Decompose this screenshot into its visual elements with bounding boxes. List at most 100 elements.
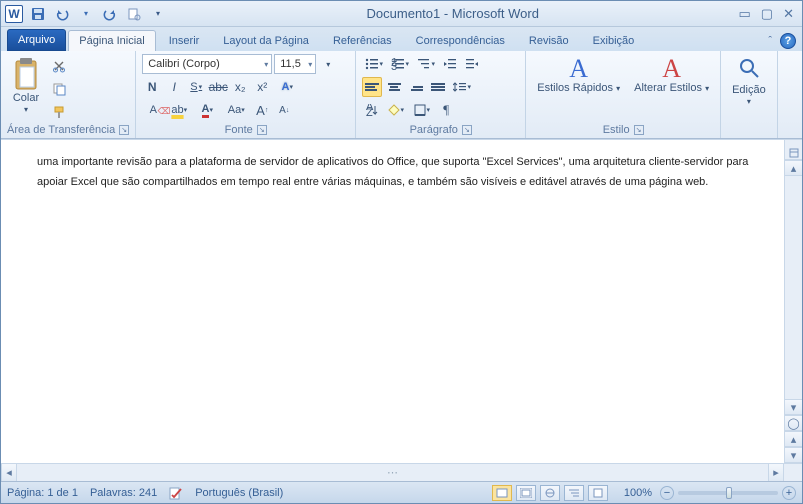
vertical-scrollbar[interactable]: ▴ ▾ ◯ ▴ ▾ [784, 140, 802, 463]
font-size-value: 11,5 [280, 58, 301, 70]
scroll-up-icon[interactable]: ▴ [785, 160, 802, 176]
minimize-ribbon-icon[interactable]: ˆ [768, 35, 772, 47]
prev-page-icon[interactable]: ▴ [785, 431, 802, 447]
status-words[interactable]: Palavras: 241 [90, 487, 157, 499]
horizontal-scrollbar[interactable]: ◂ ⋯ ▸ [1, 463, 802, 481]
close-icon[interactable]: ✕ [783, 6, 794, 22]
text-effects-button[interactable]: A▾ [274, 77, 300, 97]
status-language[interactable]: Português (Brasil) [195, 487, 283, 499]
group-font-label: Fonte [225, 124, 253, 136]
redo-icon[interactable] [101, 5, 119, 23]
paste-button[interactable]: Colar▾ [7, 54, 45, 118]
increase-indent-button[interactable] [462, 54, 482, 74]
tab-references[interactable]: Referências [322, 30, 403, 51]
browse-object-icon[interactable]: ◯ [785, 415, 802, 431]
strikethrough-button[interactable]: abc [208, 77, 228, 97]
superscript-button[interactable]: x² [252, 77, 272, 97]
tab-file[interactable]: Arquivo [7, 29, 66, 51]
grow-font-button[interactable]: A↑ [252, 100, 272, 120]
window-controls: ▭ ▢ ✕ [739, 6, 799, 22]
change-styles-button[interactable]: A Alterar Estilos ▾ [629, 54, 714, 97]
group-clipboard-label: Área de Transferência [7, 124, 115, 136]
status-page[interactable]: Página: 1 de 1 [7, 487, 78, 499]
undo-more-icon[interactable]: ▾ [77, 5, 95, 23]
font-size-more-icon[interactable]: ▾ [318, 54, 338, 74]
format-painter-icon[interactable] [49, 102, 69, 122]
word-icon[interactable]: W [5, 5, 23, 23]
titlebar: W ▾ ▾ Documento1 - Microsoft Word ▭ ▢ ✕ [1, 1, 802, 27]
quick-styles-icon: A [569, 57, 588, 81]
help-icon[interactable]: ? [780, 33, 796, 49]
zoom-thumb-icon[interactable] [726, 487, 732, 499]
tab-view[interactable]: Exibição [582, 30, 646, 51]
underline-button[interactable]: S▾ [186, 77, 206, 97]
tab-insert[interactable]: Inserir [158, 30, 211, 51]
next-page-icon[interactable]: ▾ [785, 447, 802, 463]
cut-icon[interactable] [49, 56, 69, 76]
group-paragraph-label: Parágrafo [410, 124, 458, 136]
paragraph-dialog-icon[interactable]: ↘ [462, 125, 472, 135]
quick-styles-button[interactable]: A Estilos Rápidos ▾ [532, 54, 625, 97]
view-draft-icon[interactable] [588, 485, 608, 501]
show-marks-button[interactable]: ¶ [436, 100, 456, 120]
multilevel-list-button[interactable]: ▾ [414, 54, 438, 74]
tab-home[interactable]: Página Inicial [68, 30, 155, 51]
save-icon[interactable] [29, 5, 47, 23]
sort-button[interactable]: AZ [362, 100, 382, 120]
align-left-button[interactable] [362, 77, 382, 97]
tab-review[interactable]: Revisão [518, 30, 580, 51]
document-area: uma importante revisão para a plataforma… [1, 139, 802, 463]
tab-page-layout[interactable]: Layout da Página [212, 30, 320, 51]
font-name-value: Calibri (Corpo) [148, 58, 220, 70]
maximize-icon[interactable]: ▢ [761, 6, 773, 22]
styles-dialog-icon[interactable]: ↘ [634, 125, 644, 135]
document-page[interactable]: uma importante revisão para a plataforma… [1, 140, 784, 463]
font-size-combo[interactable]: 11,5▾ [274, 54, 316, 74]
ruler-toggle-icon[interactable] [785, 146, 802, 160]
scroll-left-icon[interactable]: ◂ [1, 464, 17, 481]
view-web-layout-icon[interactable] [540, 485, 560, 501]
numbering-button[interactable]: 123▾ [388, 54, 412, 74]
qat-customize-icon[interactable]: ▾ [149, 5, 167, 23]
subscript-button[interactable]: x₂ [230, 77, 250, 97]
zoom-out-button[interactable]: − [660, 486, 674, 500]
shrink-font-button[interactable]: A↓ [274, 100, 294, 120]
zoom-control: 100% − + [620, 486, 796, 500]
clear-formatting-button[interactable]: A⌫ [142, 100, 164, 120]
clipboard-dialog-icon[interactable]: ↘ [119, 125, 129, 135]
zoom-slider[interactable] [678, 491, 778, 495]
copy-icon[interactable] [49, 79, 69, 99]
font-dialog-icon[interactable]: ↘ [257, 125, 267, 135]
undo-icon[interactable] [53, 5, 71, 23]
change-styles-icon: A [662, 57, 681, 81]
change-case-button[interactable]: Aa▾ [222, 100, 250, 120]
view-outline-icon[interactable] [564, 485, 584, 501]
align-right-button[interactable] [406, 77, 426, 97]
view-print-layout-icon[interactable] [492, 485, 512, 501]
shading-button[interactable]: ▾ [384, 100, 408, 120]
status-proofing[interactable] [169, 486, 183, 500]
zoom-in-button[interactable]: + [782, 486, 796, 500]
align-center-button[interactable] [384, 77, 404, 97]
view-full-screen-icon[interactable] [516, 485, 536, 501]
line-spacing-button[interactable]: ▾ [450, 77, 474, 97]
decrease-indent-button[interactable] [440, 54, 460, 74]
hscroll-track[interactable]: ⋯ [17, 466, 768, 479]
tab-mailings[interactable]: Correspondências [405, 30, 516, 51]
justify-button[interactable] [428, 77, 448, 97]
scroll-right-icon[interactable]: ▸ [768, 464, 784, 481]
view-buttons [492, 485, 608, 501]
minimize-icon[interactable]: ▭ [739, 6, 751, 22]
italic-button[interactable]: I [164, 77, 184, 97]
editing-button[interactable]: Edição▾ [727, 54, 771, 110]
svg-text:Z: Z [366, 107, 373, 116]
bullets-button[interactable]: ▾ [362, 54, 386, 74]
scroll-down-icon[interactable]: ▾ [785, 399, 802, 415]
zoom-value[interactable]: 100% [620, 487, 656, 499]
borders-button[interactable]: ▾ [410, 100, 434, 120]
print-preview-icon[interactable] [125, 5, 143, 23]
font-name-combo[interactable]: Calibri (Corpo)▾ [142, 54, 272, 74]
font-color-button[interactable]: A▾ [194, 100, 220, 120]
group-font: Calibri (Corpo)▾ 11,5▾ ▾ N I S▾ abc x₂ x… [136, 51, 356, 138]
bold-button[interactable]: N [142, 77, 162, 97]
